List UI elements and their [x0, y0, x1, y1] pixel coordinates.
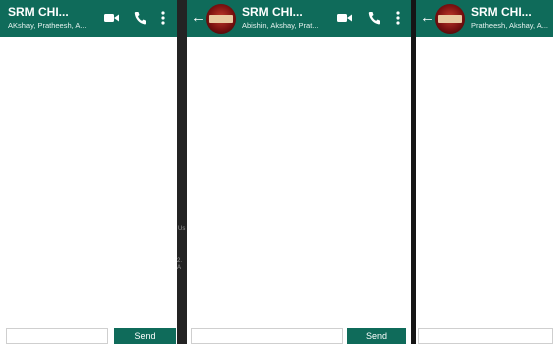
chat-title: SRM CHI... — [242, 5, 303, 19]
chat-header: ← SRM CHI... Pratheesh, Akshay, A... — [416, 0, 553, 37]
chat-panel-3: ← SRM CHI... Pratheesh, Akshay, A... — [416, 0, 553, 344]
chat-header-titles[interactable]: SRM CHI... Pratheesh, Akshay, A... — [471, 5, 548, 31]
more-vert-icon[interactable] — [161, 11, 165, 25]
message-input[interactable] — [418, 328, 553, 344]
phone-icon[interactable] — [368, 11, 380, 25]
phone-icon[interactable] — [134, 11, 146, 25]
send-button[interactable]: Send — [347, 328, 406, 344]
chat-title: SRM CHI... — [8, 5, 69, 19]
back-arrow-icon[interactable]: ← — [420, 10, 435, 26]
split-screen-stage: SRM CHI... AKshay, Pratheesh, A... Send … — [0, 0, 553, 344]
message-composer: Send — [0, 327, 177, 344]
chat-header-titles[interactable]: SRM CHI... AKshay, Pratheesh, A... — [8, 5, 87, 31]
message-input[interactable] — [6, 328, 108, 344]
group-avatar[interactable] — [435, 4, 465, 34]
more-vert-icon[interactable] — [396, 11, 400, 25]
chat-panel-2: ← SRM CHI... Abishin, Akshay, Prat... Se… — [187, 0, 411, 344]
avatar-badge — [438, 15, 462, 23]
panel-divider: Us 2. A — [177, 0, 187, 344]
chat-header: ← SRM CHI... Abishin, Akshay, Prat... — [187, 0, 411, 37]
message-composer — [416, 327, 553, 344]
message-composer: Send — [187, 327, 411, 344]
chat-members: Abishin, Akshay, Prat... — [242, 21, 319, 30]
chat-members: AKshay, Pratheesh, A... — [8, 21, 87, 30]
video-call-icon[interactable] — [104, 11, 120, 25]
chat-header-titles[interactable]: SRM CHI... Abishin, Akshay, Prat... — [242, 5, 319, 31]
chat-panel-1: SRM CHI... AKshay, Pratheesh, A... Send — [0, 0, 177, 344]
chat-title: SRM CHI... — [471, 5, 532, 19]
group-avatar[interactable] — [206, 4, 236, 34]
chat-header: SRM CHI... AKshay, Pratheesh, A... — [0, 0, 177, 37]
avatar-badge — [209, 15, 233, 23]
overlay-text-fragment: 2. A — [177, 258, 183, 271]
send-button[interactable]: Send — [114, 328, 176, 344]
back-arrow-icon[interactable]: ← — [191, 10, 206, 26]
video-call-icon[interactable] — [337, 11, 353, 25]
chat-members: Pratheesh, Akshay, A... — [471, 21, 548, 30]
overlay-text-fragment: Us — [178, 226, 186, 232]
message-input[interactable] — [191, 328, 343, 344]
